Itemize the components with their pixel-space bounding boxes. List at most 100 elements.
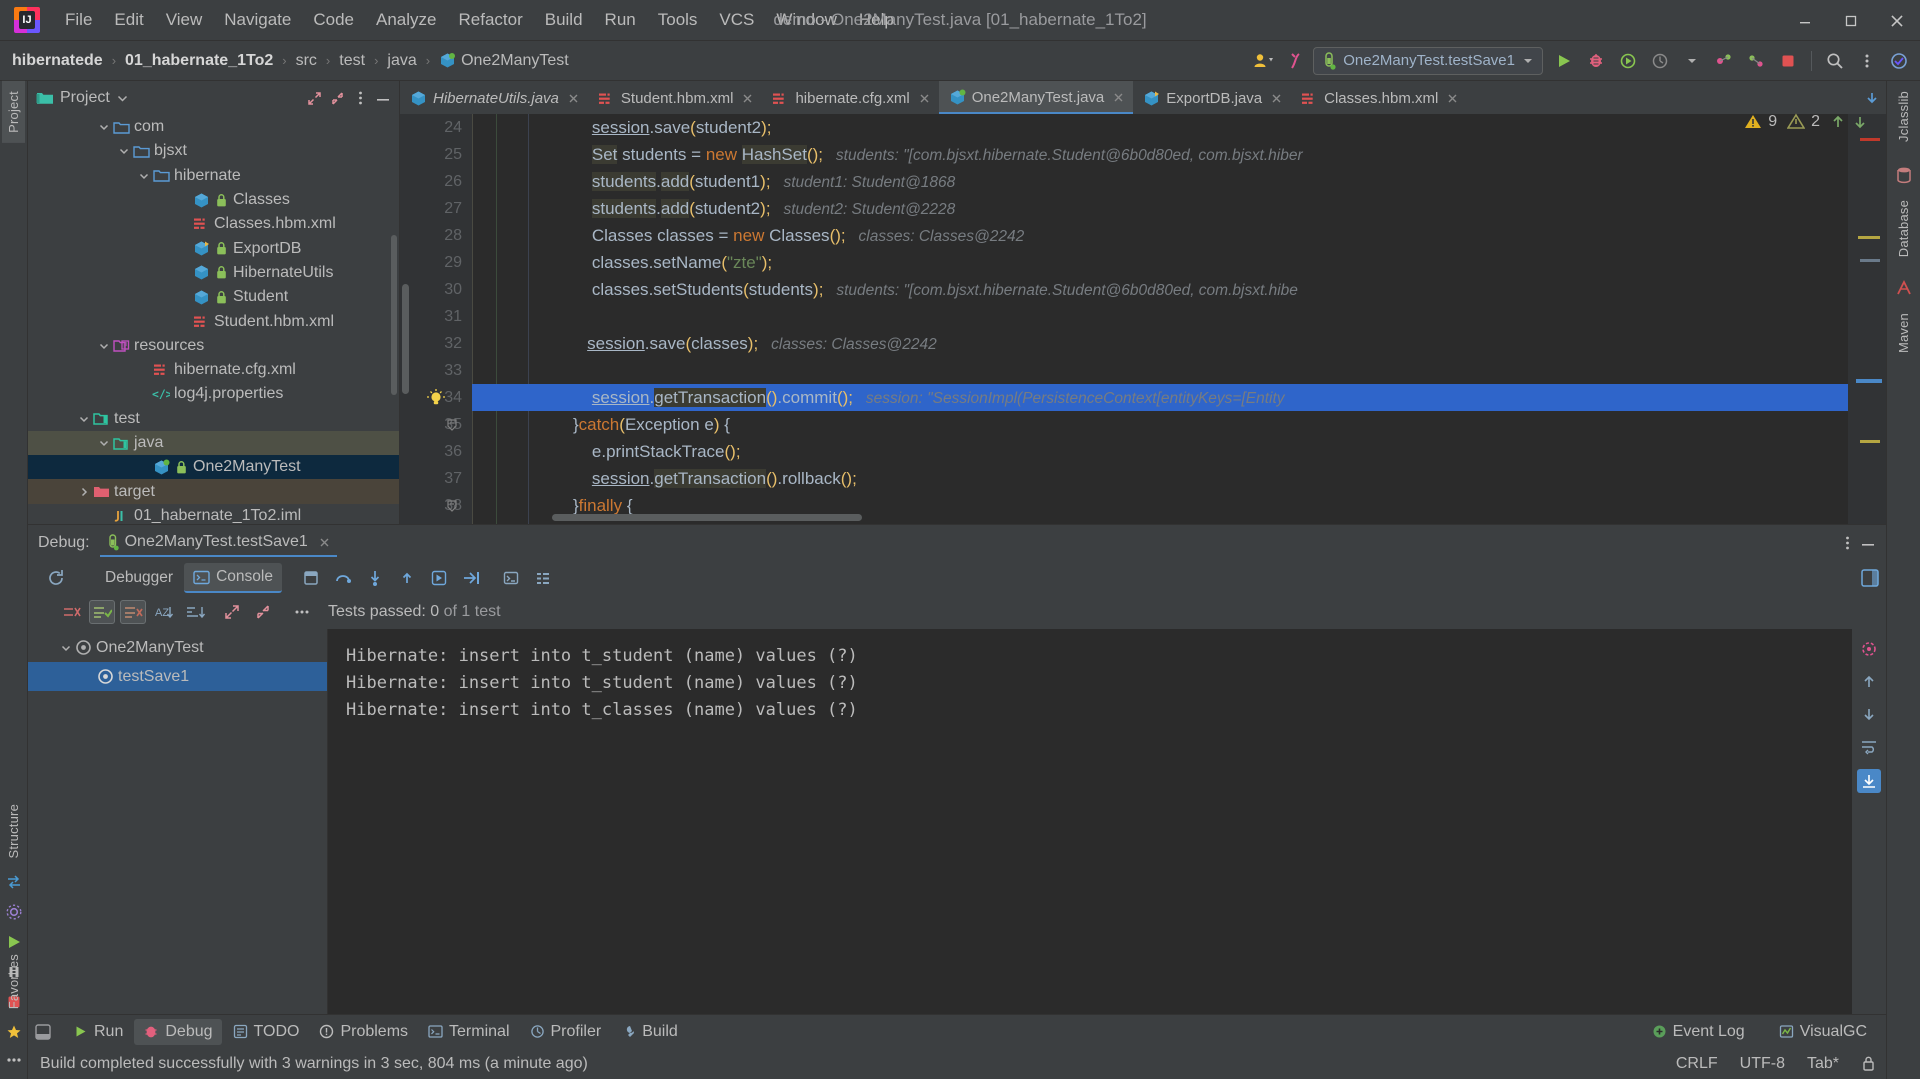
ide-extras-icon[interactable] <box>1884 46 1914 76</box>
chevron-down-icon[interactable] <box>96 338 112 354</box>
scroll-to-end-icon[interactable] <box>1857 769 1881 793</box>
menu-item-run[interactable]: Run <box>594 6 647 34</box>
status-widget-event-log[interactable]: Event Log <box>1643 1019 1754 1045</box>
debug-session-tab[interactable]: One2ManyTest.testSave1 <box>99 529 337 557</box>
close-icon[interactable] <box>1270 92 1283 105</box>
hide-icon[interactable] <box>1860 535 1876 551</box>
debug-tab-debugger[interactable]: Debugger <box>90 563 182 593</box>
vcs-update-icon[interactable] <box>1741 46 1771 76</box>
editor-tab-hibernateutils-java[interactable]: HibernateUtils.java <box>400 81 588 114</box>
editor-vertical-scrollbar[interactable] <box>402 284 409 394</box>
tree-node-one2manytest[interactable]: One2ManyTest <box>28 455 399 480</box>
step-into-icon[interactable] <box>362 566 388 590</box>
step-over-icon[interactable] <box>330 566 356 590</box>
stop-icon[interactable] <box>1773 46 1803 76</box>
menu-item-navigate[interactable]: Navigate <box>213 6 302 34</box>
tree-node-classes[interactable]: Classes <box>28 188 399 212</box>
tree-node-test[interactable]: test <box>28 407 399 431</box>
expand-all-icon[interactable] <box>219 600 245 624</box>
menu-item-refactor[interactable]: Refactor <box>447 6 533 34</box>
more-vertical-icon[interactable] <box>358 90 363 106</box>
chevron-down-icon[interactable] <box>1522 55 1534 67</box>
menu-item-view[interactable]: View <box>155 6 214 34</box>
status-widget-visualgc[interactable]: VisualGC <box>1770 1019 1876 1045</box>
code-line[interactable] <box>472 357 1848 384</box>
threads-icon[interactable] <box>530 566 556 590</box>
tree-node-hibernate-cfg-xml[interactable]: hibernate.cfg.xml <box>28 358 399 382</box>
structure-swap-icon[interactable] <box>3 871 25 893</box>
database-icon[interactable] <box>1893 164 1915 186</box>
tree-node-target[interactable]: target <box>28 479 399 504</box>
chevron-right-icon[interactable] <box>76 484 92 500</box>
encoding[interactable]: UTF-8 <box>1740 1055 1785 1073</box>
editor-tabs-overflow[interactable] <box>1858 81 1886 114</box>
close-icon[interactable] <box>741 92 754 105</box>
tool-window-button-debug[interactable]: Debug <box>134 1018 222 1045</box>
intention-bulb-icon[interactable] <box>426 388 446 408</box>
code-line[interactable]: students.add(student1); student1: Studen… <box>472 168 1848 195</box>
menu-item-tools[interactable]: Tools <box>647 6 709 34</box>
chevron-down-icon[interactable] <box>136 168 152 184</box>
chevron-down-icon[interactable] <box>58 640 74 656</box>
tree-scrollbar[interactable] <box>391 235 397 395</box>
tree-node-bjsxt[interactable]: bjsxt <box>28 139 399 163</box>
code-line[interactable]: Set students = new HashSet(); students: … <box>472 141 1848 168</box>
code-line[interactable]: session.save(classes); classes: Classes@… <box>472 330 1848 357</box>
show-passed-icon[interactable] <box>89 600 115 624</box>
chevron-down-icon[interactable] <box>1677 46 1707 76</box>
arrow-down-icon[interactable] <box>1852 114 1868 130</box>
more-vertical-icon[interactable] <box>1852 46 1882 76</box>
minimize-icon[interactable] <box>1782 0 1828 41</box>
debug-icon[interactable] <box>1581 46 1611 76</box>
tree-node-classes-hbm-xml[interactable]: Classes.hbm.xml <box>28 212 399 236</box>
indent-setting[interactable]: Tab* <box>1807 1055 1839 1073</box>
menu-item-code[interactable]: Code <box>302 6 365 34</box>
breadcrumb-item-one2manytest[interactable]: One2ManyTest <box>437 50 571 72</box>
code-line[interactable] <box>472 303 1848 330</box>
code-line[interactable]: session.getTransaction().commit(); sessi… <box>472 384 1848 411</box>
close-icon[interactable] <box>567 92 580 105</box>
more-options-icon[interactable] <box>289 600 315 624</box>
expand-icon[interactable] <box>306 90 323 107</box>
step-out-icon[interactable] <box>394 566 420 590</box>
chevron-down-icon[interactable] <box>96 119 112 135</box>
layout-icon[interactable] <box>1860 568 1880 588</box>
profiler-icon[interactable] <box>1645 46 1675 76</box>
tree-node-student[interactable]: Student <box>28 285 399 309</box>
lock-icon[interactable] <box>1861 1055 1876 1072</box>
code-line[interactable]: classes.setStudents(students); students:… <box>472 276 1848 303</box>
hide-icon[interactable] <box>375 90 391 106</box>
tree-node-java[interactable]: java <box>28 430 399 456</box>
code-fold-icon[interactable] <box>446 500 458 512</box>
sidebar-item-favorites[interactable]: Favorites <box>2 944 25 1019</box>
menu-item-file[interactable]: File <box>54 6 103 34</box>
users-icon[interactable] <box>1249 46 1279 76</box>
arrow-down-icon[interactable] <box>1860 705 1878 723</box>
breadcrumb-item-java[interactable]: java <box>385 50 418 72</box>
share-icon[interactable] <box>1281 46 1311 76</box>
close-icon[interactable] <box>918 92 931 105</box>
arrow-up-icon[interactable] <box>1830 114 1846 130</box>
tool-window-button-terminal[interactable]: Terminal <box>419 1019 518 1045</box>
breadcrumb-item-01-habernate-1to2[interactable]: 01_habernate_1To2 <box>123 50 275 72</box>
hide-all-icon[interactable] <box>34 1023 52 1041</box>
breadcrumb-item-hibernatede[interactable]: hibernatede <box>10 50 105 72</box>
editor-tab-one2manytest-java[interactable]: One2ManyTest.java <box>938 81 1134 114</box>
test-node-testsave1[interactable]: testSave1 <box>28 662 327 691</box>
close-icon[interactable] <box>1874 0 1920 41</box>
menu-item-edit[interactable]: Edit <box>103 6 154 34</box>
run-icon[interactable] <box>1549 46 1579 76</box>
sort-duration-icon[interactable] <box>182 600 208 624</box>
rerun-icon[interactable] <box>1859 639 1879 659</box>
tree-node-resources[interactable]: resources <box>28 334 399 358</box>
tree-node-hibernate[interactable]: hibernate <box>28 164 399 188</box>
hide-passed-icon[interactable] <box>120 600 146 624</box>
inspection-widget[interactable]: 9 2 <box>1744 113 1868 131</box>
editor-gutter[interactable]: 24 25 26 27 28 29 30 31 32 33 34 35 36 37 38 <box>400 114 472 524</box>
test-results-tree[interactable]: One2ManyTest testSave1 <box>28 629 328 1014</box>
tree-node-01-habernate-1to2-iml[interactable]: 01_habernate_1To2.iml <box>28 504 399 524</box>
editor-tab-hibernate-cfg-xml[interactable]: hibernate.cfg.xml <box>762 81 938 114</box>
horizontal-scrollbar[interactable] <box>552 514 862 521</box>
close-icon[interactable] <box>318 536 331 549</box>
chevron-down-icon[interactable] <box>116 92 129 105</box>
